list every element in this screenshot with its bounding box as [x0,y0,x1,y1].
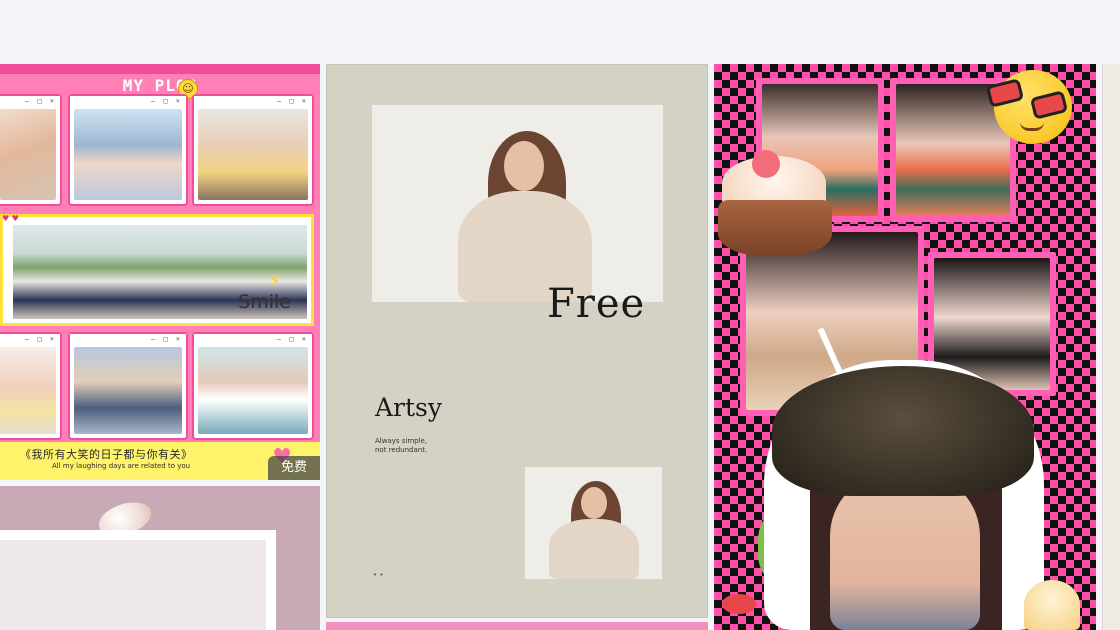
free-badge: 免费 [268,456,320,480]
hero-photo [372,105,663,302]
cake-sticker [716,150,834,260]
template-card-pink[interactable] [0,486,320,630]
heart-icon: ♥ ♥ [2,214,19,223]
photo-window: – □ × [0,332,62,440]
lips-sticker [722,594,756,614]
page-dots: • • [373,571,384,579]
title-artsy: Artsy [375,393,443,422]
template-card-partial[interactable] [1102,64,1120,630]
top-bar [0,0,1120,64]
photo [198,109,308,200]
photo-window: – □ × [68,332,188,440]
photo-window: – □ × [68,94,188,206]
photo [74,347,182,434]
caption-en: All my laughing days are related to you [52,462,191,470]
lightning-icon: ⚡ [268,271,281,292]
smile-banner: ⚡ Smile [0,214,314,326]
plog-title: MY PLOG [122,76,198,95]
small-photo [525,467,662,579]
template-card-my-plog[interactable]: MY PLOG ☺ – □ × – □ × – □ × ⚡ Smile ♥ ♥ … [0,64,320,480]
bucket-hat [772,366,1034,496]
photo-window: – □ × [0,94,62,206]
photo [0,347,56,434]
artsy-subtitle: Always simple, not redundant. [375,437,428,454]
photo [74,109,182,200]
caption-cn: 《我所有大笑的日子都与你有关》 [20,448,193,461]
sunglasses-smiley-icon [985,66,1086,146]
template-card-next[interactable] [326,622,708,630]
template-card-artsy[interactable]: Free Artsy Always simple, not redundant.… [326,64,708,618]
photo [0,109,56,200]
photo-frame [0,530,276,630]
icecream-sticker [1024,580,1080,630]
headline-free: Free [547,281,646,327]
photo-window: – □ × [192,94,314,206]
cutout-photo [830,474,980,630]
photo [198,347,308,434]
smile-text: Smile [238,291,291,313]
photo-window: – □ × [192,332,314,440]
template-card-collage[interactable] [714,64,1096,630]
